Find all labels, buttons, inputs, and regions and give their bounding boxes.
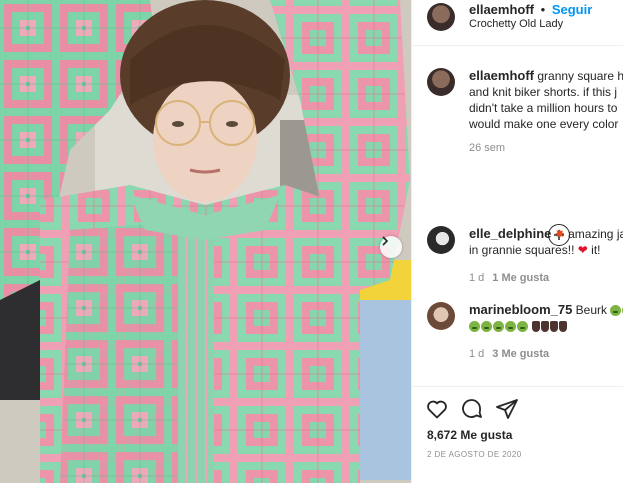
thumbs-down-emoji-icon bbox=[559, 321, 568, 333]
author-subtitle[interactable]: Crochetty Old Lady bbox=[469, 18, 563, 30]
comments-list[interactable]: ellaemhoff granny square ho and knit bik… bbox=[412, 46, 623, 380]
caption-avatar[interactable] bbox=[427, 68, 455, 96]
caption-time[interactable]: 26 sem bbox=[469, 142, 505, 154]
comment-meta: 1 d 1 Me gusta bbox=[469, 272, 549, 284]
nauseated-face-emoji-icon bbox=[493, 321, 504, 333]
comment-text-block: marinebloom_75 Beurk bbox=[469, 302, 623, 334]
comment-meta: 1 d 3 Me gusta bbox=[469, 348, 549, 360]
commenter-username[interactable]: marinebloom_75 bbox=[469, 302, 572, 317]
nauseated-face-emoji-icon bbox=[610, 305, 622, 317]
comment-text-line2: in grannie squares!! bbox=[469, 243, 575, 257]
share-icon[interactable] bbox=[495, 397, 519, 421]
nauseated-face-emoji-icon bbox=[505, 321, 516, 333]
nauseated-face-emoji-icon bbox=[481, 321, 492, 333]
author-line: ellaemhoff • Seguir bbox=[469, 2, 592, 17]
chevron-right-icon bbox=[382, 236, 389, 246]
heart-icon[interactable] bbox=[425, 397, 449, 421]
commenter-avatar[interactable] bbox=[427, 226, 455, 254]
comment-icon[interactable] bbox=[460, 397, 484, 421]
comment-likes[interactable]: 3 Me gusta bbox=[492, 348, 549, 360]
comment-text-block: elle_delphine ✸ amazing ja in grannie sq… bbox=[469, 226, 623, 258]
heart-emoji-icon: ❤ bbox=[577, 243, 588, 257]
separator-dot: • bbox=[540, 2, 546, 17]
caption-username[interactable]: ellaemhoff bbox=[469, 68, 534, 83]
commenter-username[interactable]: elle_delphine bbox=[469, 226, 551, 241]
post-actions: 8,672 Me gusta 2 DE AGOSTO DE 2020 bbox=[412, 386, 623, 483]
caption-text-block: ellaemhoff granny square ho and knit bik… bbox=[469, 68, 623, 132]
post-side-panel: ellaemhoff • Seguir Crochetty Old Lady e… bbox=[411, 0, 623, 483]
thumbs-down-emoji-icon bbox=[532, 321, 541, 333]
comment-time[interactable]: 1 d bbox=[469, 272, 484, 284]
author-username[interactable]: ellaemhoff bbox=[469, 2, 534, 17]
post-image[interactable] bbox=[0, 0, 411, 483]
comment-text: amazing ja bbox=[568, 227, 623, 241]
comment-text: Beurk bbox=[575, 303, 608, 317]
likes-count[interactable]: 8,672 Me gusta bbox=[427, 428, 512, 442]
post-header: ellaemhoff • Seguir Crochetty Old Lady bbox=[412, 0, 623, 46]
author-avatar[interactable] bbox=[427, 3, 455, 31]
follow-button[interactable]: Seguir bbox=[552, 2, 592, 17]
comment-time[interactable]: 1 d bbox=[469, 348, 484, 360]
next-image-button[interactable] bbox=[380, 236, 402, 258]
post-photo bbox=[0, 0, 411, 483]
thumbs-down-emoji-icon bbox=[541, 321, 550, 333]
nauseated-face-emoji-icon bbox=[469, 321, 480, 333]
post-date[interactable]: 2 DE AGOSTO DE 2020 bbox=[427, 450, 522, 459]
commenter-avatar[interactable] bbox=[427, 302, 455, 330]
collision-emoji-icon: ✸ bbox=[554, 227, 565, 241]
comment-text-line3: it! bbox=[591, 243, 601, 257]
comment-likes[interactable]: 1 Me gusta bbox=[492, 272, 549, 284]
nauseated-face-emoji-icon bbox=[517, 321, 528, 333]
thumbs-down-emoji-icon bbox=[550, 321, 559, 333]
